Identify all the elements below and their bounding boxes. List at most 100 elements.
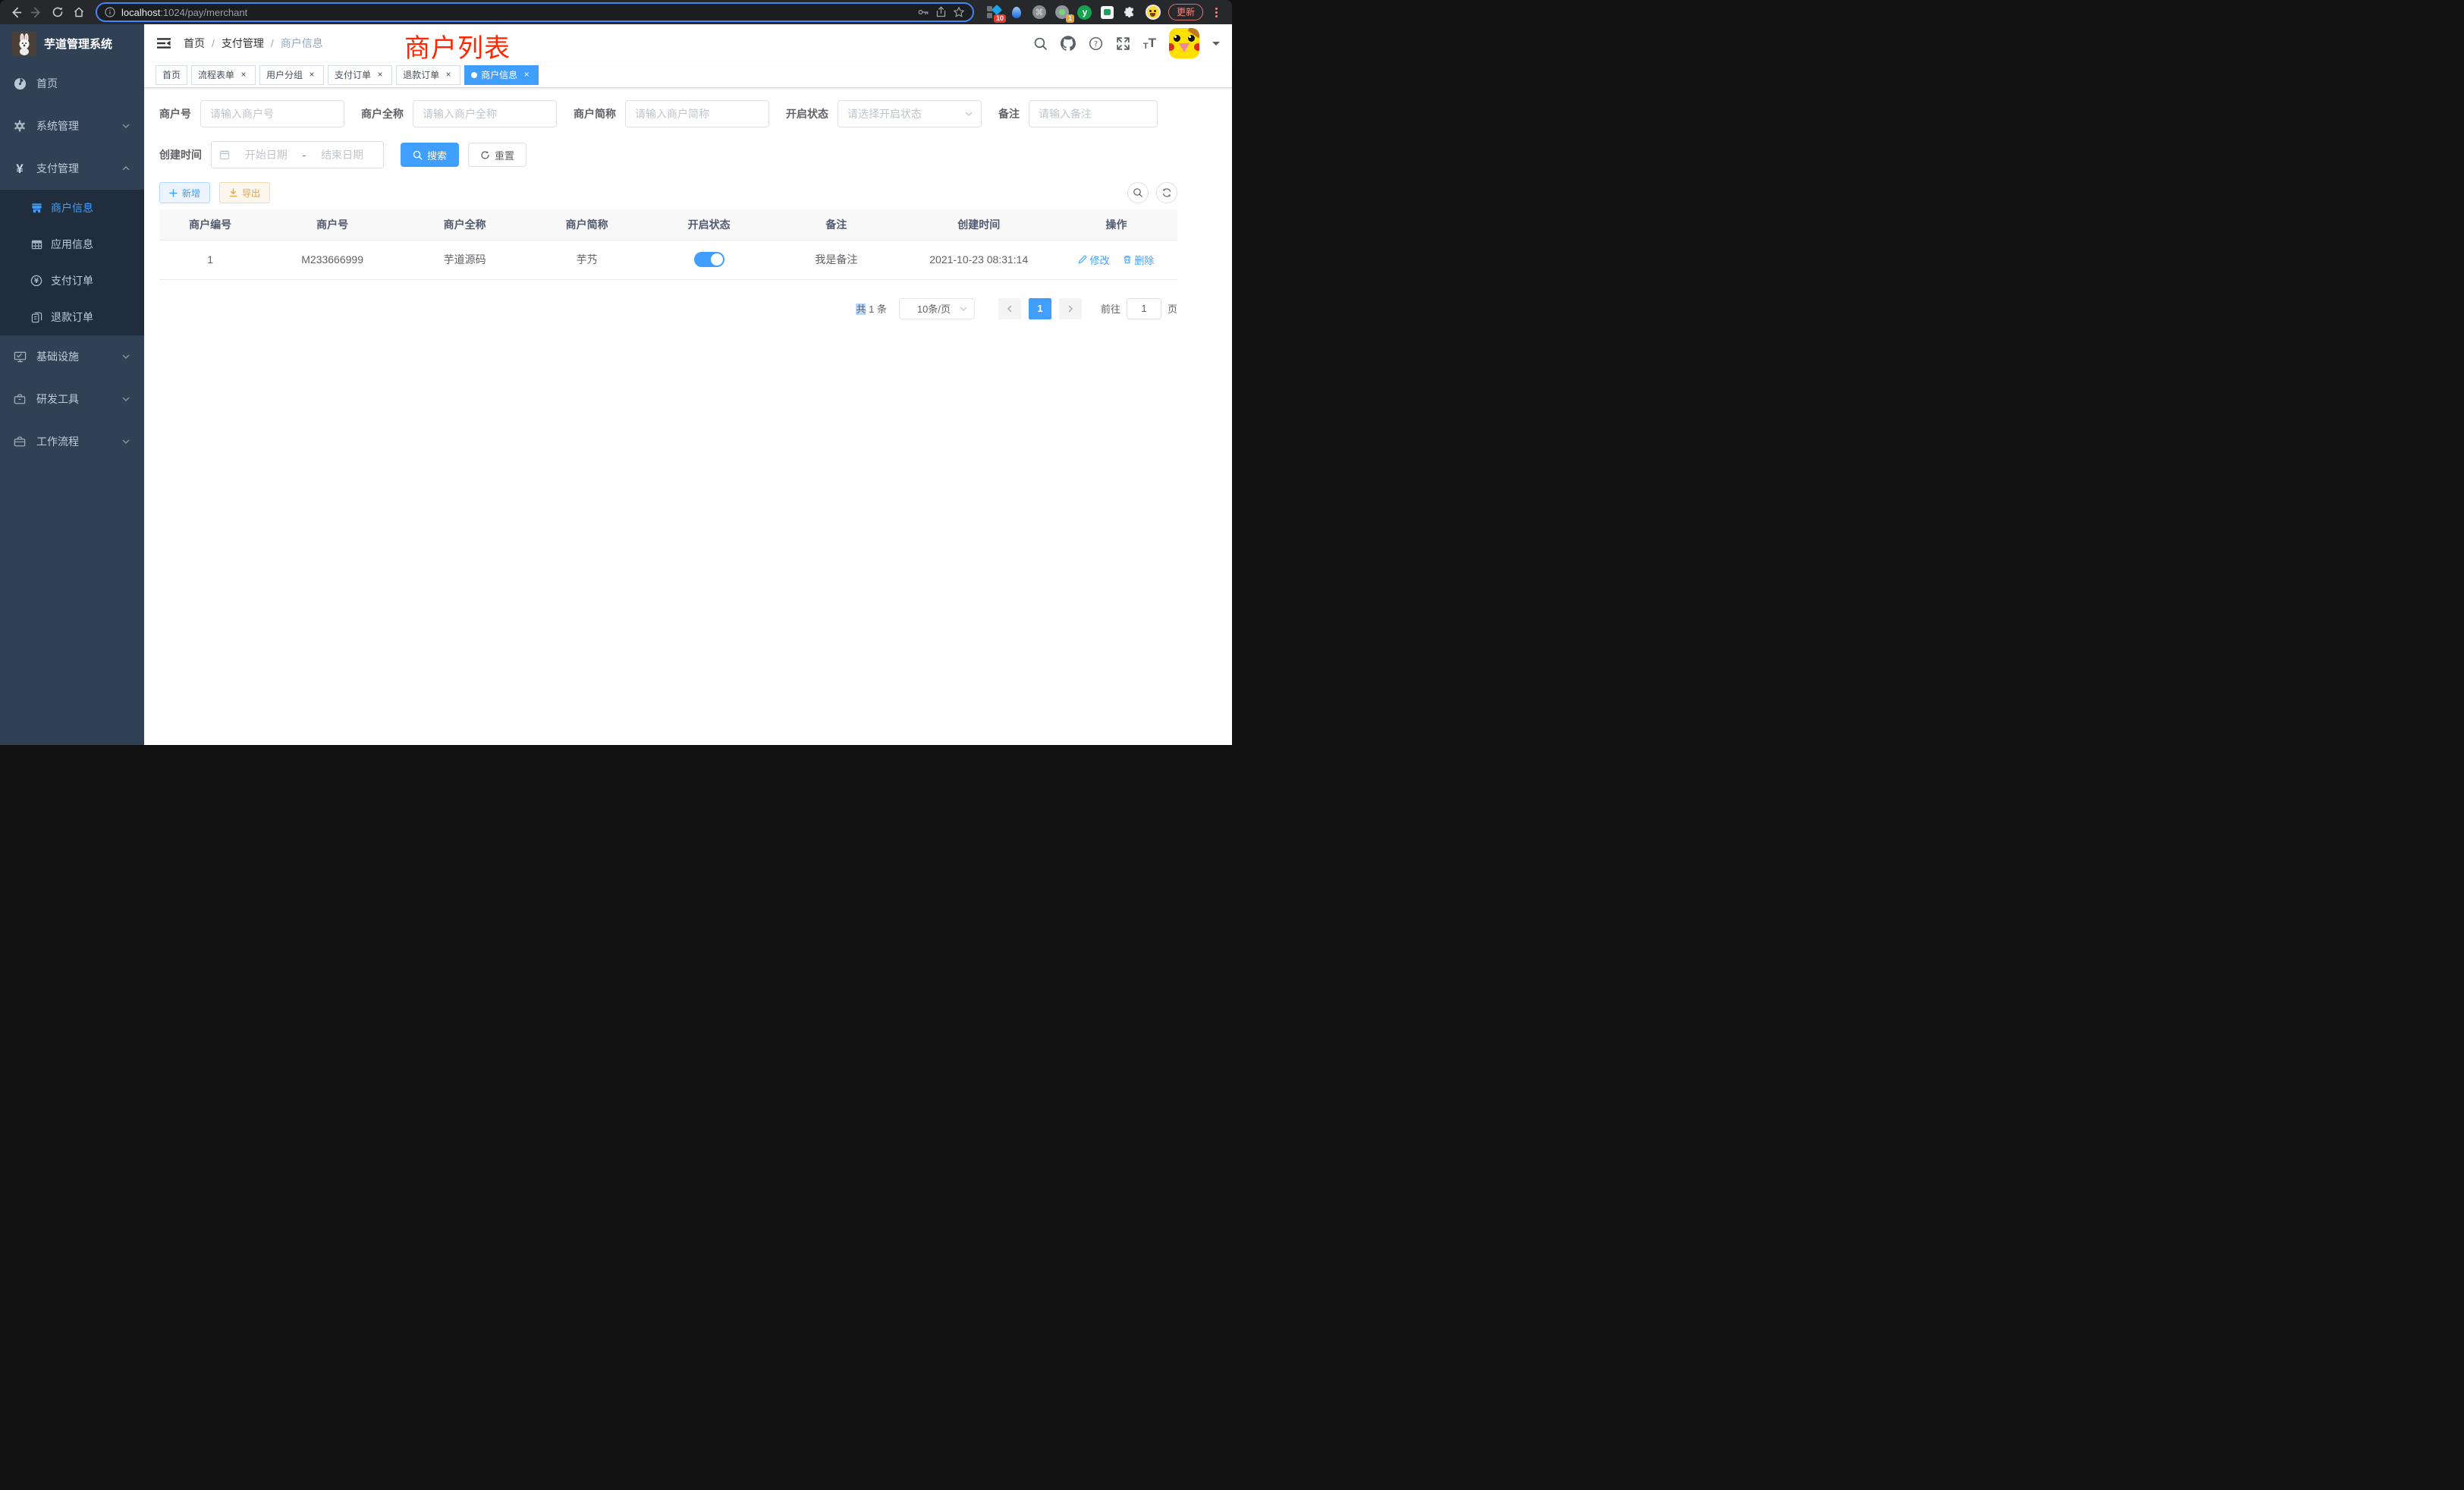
back-icon[interactable] bbox=[6, 3, 24, 21]
sidebar-item-refund-orders[interactable]: 退款订单 bbox=[0, 299, 144, 335]
full-name-input[interactable] bbox=[413, 100, 557, 127]
page-size-select[interactable]: 10条/页 bbox=[899, 298, 975, 319]
tab-merchant-info[interactable]: 商户信息× bbox=[464, 65, 539, 85]
close-icon[interactable]: × bbox=[521, 70, 532, 80]
col-status: 开启状态 bbox=[648, 209, 770, 240]
tab-home[interactable]: 首页 bbox=[156, 65, 187, 85]
date-range-picker[interactable]: 开始日期 - 结束日期 bbox=[211, 141, 384, 168]
monitor-icon bbox=[13, 350, 27, 363]
status-toggle[interactable] bbox=[694, 252, 724, 267]
goto-page-input[interactable] bbox=[1127, 298, 1161, 319]
merchant-no-input[interactable] bbox=[200, 100, 344, 127]
sidebar-item-label: 退款订单 bbox=[51, 310, 93, 325]
sidebar-item-dev-tools[interactable]: 研发工具 bbox=[0, 378, 144, 420]
close-icon[interactable]: × bbox=[443, 70, 454, 80]
remark-input[interactable] bbox=[1029, 100, 1158, 127]
sidebar-collapse-icon[interactable] bbox=[156, 36, 171, 51]
col-full-name: 商户全称 bbox=[404, 209, 526, 240]
refresh-icon bbox=[480, 150, 490, 160]
app-title: 芋道管理系统 bbox=[44, 36, 112, 52]
extension-chat-icon[interactable] bbox=[1100, 5, 1115, 20]
tab-pay-orders[interactable]: 支付订单× bbox=[328, 65, 392, 85]
extension-profile-dot-icon[interactable]: 1 bbox=[1054, 5, 1070, 20]
refresh-table-button[interactable] bbox=[1156, 182, 1177, 203]
prev-page-button[interactable] bbox=[998, 298, 1021, 319]
github-icon[interactable] bbox=[1061, 36, 1076, 51]
font-size-icon[interactable]: TT bbox=[1143, 36, 1156, 51]
user-avatar[interactable] bbox=[1169, 28, 1199, 58]
cell-remark: 我是备注 bbox=[770, 240, 902, 279]
bookmark-star-icon[interactable] bbox=[953, 6, 965, 18]
dashboard-icon bbox=[13, 77, 27, 90]
extension-balloon-icon[interactable] bbox=[1009, 5, 1024, 20]
sidebar-item-payment[interactable]: ¥ 支付管理 bbox=[0, 147, 144, 190]
tab-process-form[interactable]: 流程表单× bbox=[191, 65, 256, 85]
tab-user-group[interactable]: 用户分组× bbox=[259, 65, 324, 85]
sidebar-item-app-info[interactable]: 应用信息 bbox=[0, 226, 144, 262]
export-button[interactable]: 导出 bbox=[219, 182, 270, 203]
sidebar-item-workflow[interactable]: 工作流程 bbox=[0, 420, 144, 463]
sidebar-item-pay-orders[interactable]: ¥ 支付订单 bbox=[0, 262, 144, 299]
cell-actions: 修改 删除 bbox=[1055, 240, 1177, 279]
tab-refund-orders[interactable]: 退款订单× bbox=[396, 65, 460, 85]
password-key-icon[interactable] bbox=[917, 6, 929, 18]
share-icon[interactable] bbox=[935, 6, 947, 18]
table-grid-icon bbox=[30, 239, 42, 250]
sidebar-item-label: 基础设施 bbox=[36, 349, 79, 364]
fullscreen-icon[interactable] bbox=[1116, 36, 1130, 51]
table-header-row: 商户编号 商户号 商户全称 商户简称 开启状态 备注 创建时间 操作 bbox=[159, 209, 1177, 240]
extension-blue-diamond-icon[interactable]: 10 bbox=[986, 5, 1001, 20]
extension-command-icon[interactable]: ⌘ bbox=[1032, 5, 1047, 20]
filter-full-name: 商户全称 bbox=[361, 100, 557, 127]
close-icon[interactable]: × bbox=[306, 70, 317, 80]
extension-badge: 10 bbox=[994, 14, 1006, 23]
header-search-icon[interactable] bbox=[1033, 36, 1048, 51]
next-page-button[interactable] bbox=[1059, 298, 1082, 319]
delete-link[interactable]: 删除 bbox=[1123, 253, 1154, 267]
sidebar-logo[interactable]: 芋道管理系统 bbox=[0, 24, 144, 62]
storefront-icon bbox=[30, 203, 42, 214]
pencil-icon bbox=[1078, 255, 1087, 264]
forward-icon[interactable] bbox=[27, 3, 46, 21]
extension-y-icon[interactable]: y bbox=[1077, 5, 1092, 20]
url-text: localhost:1024/pay/merchant bbox=[121, 7, 247, 18]
site-info-icon[interactable] bbox=[105, 7, 115, 17]
sidebar-item-home[interactable]: 首页 bbox=[0, 62, 144, 105]
sidebar-item-system[interactable]: 系统管理 bbox=[0, 105, 144, 147]
hide-search-button[interactable] bbox=[1127, 182, 1149, 203]
page-number-1[interactable]: 1 bbox=[1029, 298, 1051, 319]
edit-link[interactable]: 修改 bbox=[1078, 253, 1109, 267]
svg-text:?: ? bbox=[1094, 40, 1098, 49]
active-dot bbox=[471, 72, 477, 78]
browser-profile-avatar[interactable] bbox=[1146, 5, 1161, 20]
browser-menu-icon[interactable] bbox=[1211, 6, 1221, 19]
address-bar[interactable]: localhost:1024/pay/merchant bbox=[96, 2, 974, 22]
reset-button[interactable]: 重置 bbox=[468, 143, 526, 167]
col-merchant-id: 商户编号 bbox=[159, 209, 261, 240]
filter-short-name: 商户简称 bbox=[574, 100, 769, 127]
avatar-dropdown-caret-icon[interactable] bbox=[1212, 42, 1220, 49]
tags-view: 首页 流程表单× 用户分组× 支付订单× 退款订单× 商户信息× bbox=[144, 62, 1232, 88]
sidebar-item-label: 支付管理 bbox=[36, 161, 79, 176]
home-icon[interactable] bbox=[70, 3, 88, 21]
close-icon[interactable]: × bbox=[238, 70, 249, 80]
url-host: localhost bbox=[121, 7, 160, 18]
breadcrumb: 首页 / 支付管理 / 商户信息 bbox=[184, 36, 323, 51]
breadcrumb-payment[interactable]: 支付管理 bbox=[222, 36, 264, 51]
col-create-time: 创建时间 bbox=[903, 209, 1055, 240]
browser-update-button[interactable]: 更新 bbox=[1168, 4, 1203, 20]
extensions-area: 10 ⌘ 1 y 更新 bbox=[982, 4, 1226, 20]
sidebar-item-merchant-info[interactable]: 商户信息 bbox=[0, 190, 144, 226]
status-select[interactable]: 请选择开启状态 bbox=[838, 100, 982, 127]
search-button[interactable]: 搜索 bbox=[401, 143, 459, 167]
close-icon[interactable]: × bbox=[375, 70, 385, 80]
help-icon[interactable]: ? bbox=[1089, 36, 1103, 51]
cell-status bbox=[648, 240, 770, 279]
extensions-puzzle-icon[interactable] bbox=[1123, 5, 1138, 20]
yen-circle-icon: ¥ bbox=[30, 275, 42, 287]
reload-icon[interactable] bbox=[49, 3, 67, 21]
breadcrumb-home[interactable]: 首页 bbox=[184, 36, 205, 51]
sidebar-item-infrastructure[interactable]: 基础设施 bbox=[0, 335, 144, 378]
add-button[interactable]: 新增 bbox=[159, 182, 210, 203]
short-name-input[interactable] bbox=[625, 100, 769, 127]
